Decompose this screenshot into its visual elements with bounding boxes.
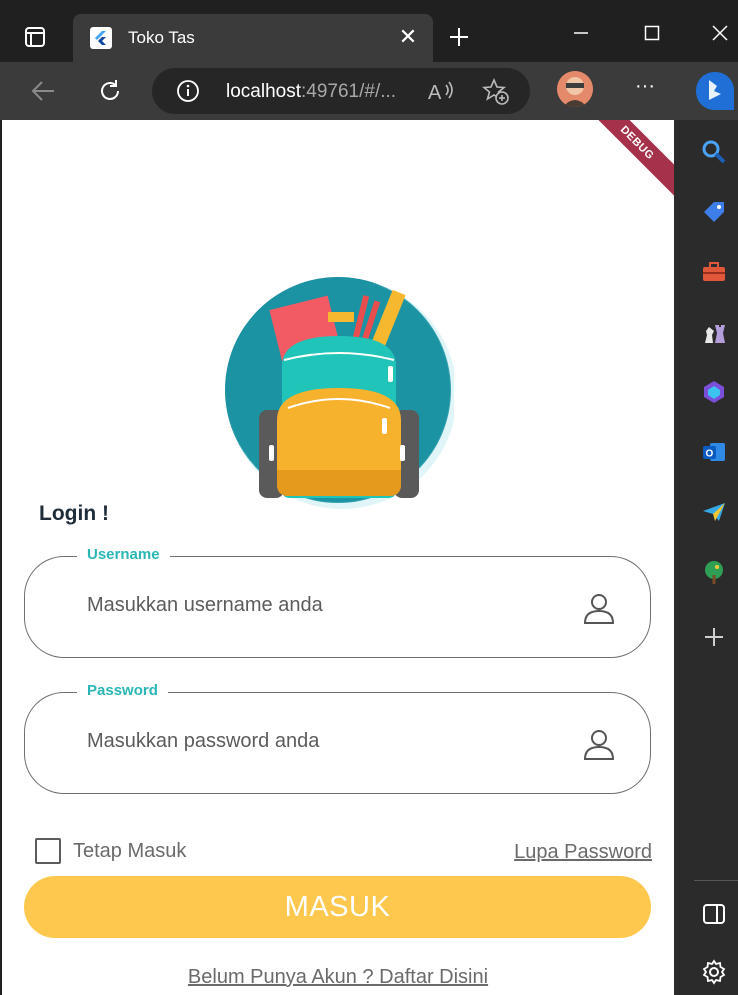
address-bar[interactable]: localhost:49761/#/... A	[152, 68, 530, 114]
remember-label: Tetap Masuk	[73, 839, 187, 862]
password-label: Password	[77, 682, 168, 699]
toolbox-icon[interactable]	[700, 258, 728, 286]
login-button[interactable]: MASUK	[24, 876, 651, 938]
new-tab-icon[interactable]	[444, 22, 474, 52]
tab-title: Toko Tas	[128, 28, 195, 47]
search-icon[interactable]	[700, 138, 728, 166]
svg-text:O: O	[706, 449, 714, 460]
url-text[interactable]: localhost:49761/#/...	[226, 81, 396, 103]
send-icon[interactable]	[700, 498, 728, 526]
username-label: Username	[77, 546, 170, 563]
remember-checkbox[interactable]	[35, 838, 61, 864]
bing-chat-icon[interactable]	[692, 68, 738, 114]
browser-toolbar: localhost:49761/#/... A ···	[0, 62, 738, 120]
username-input[interactable]	[87, 594, 567, 617]
copilot-icon[interactable]	[700, 378, 728, 406]
remember-me[interactable]: Tetap Masuk	[35, 838, 186, 864]
outlook-icon[interactable]: O	[700, 438, 728, 466]
password-input[interactable]	[87, 730, 567, 753]
window-close-icon[interactable]	[705, 18, 735, 48]
tab-close-icon[interactable]: ✕	[397, 26, 419, 48]
forgot-password-link[interactable]: Lupa Password	[514, 841, 652, 864]
add-icon[interactable]	[700, 623, 728, 651]
add-favorite-icon[interactable]	[481, 77, 510, 106]
minimize-icon[interactable]	[566, 18, 596, 48]
tag-icon[interactable]	[700, 198, 728, 226]
login-title: Login !	[39, 502, 109, 525]
read-aloud-icon[interactable]: A	[428, 79, 456, 104]
profile-avatar[interactable]	[557, 71, 593, 107]
debug-banner: DEBUG	[576, 120, 674, 204]
tree-icon[interactable]	[700, 558, 728, 586]
password-field[interactable]: Password	[24, 682, 651, 794]
maximize-icon[interactable]	[637, 18, 667, 48]
split-screen-icon[interactable]	[700, 900, 728, 928]
back-icon[interactable]	[26, 74, 60, 108]
flutter-favicon-icon	[90, 27, 112, 49]
person-icon	[582, 727, 616, 761]
username-field[interactable]: Username	[24, 546, 651, 658]
person-icon	[582, 591, 616, 625]
app-page: DEBUG Login ! Username Masukkan username…	[2, 120, 674, 995]
chess-icon[interactable]	[700, 318, 728, 346]
refresh-icon[interactable]	[93, 74, 127, 108]
tab-actions-icon[interactable]	[22, 24, 48, 50]
sidebar-divider	[694, 880, 738, 881]
backpack-logo-icon	[224, 270, 457, 510]
browser-window: Toko Tas ✕ localhost:49761/#/... A ··· O…	[0, 0, 738, 995]
browser-sidebar: O	[674, 120, 738, 995]
settings-icon[interactable]	[700, 958, 728, 986]
title-bar: Toko Tas ✕	[0, 0, 738, 62]
browser-tab[interactable]: Toko Tas ✕	[73, 14, 433, 62]
info-icon[interactable]	[176, 79, 200, 103]
register-link[interactable]: Belum Punya Akun ? Daftar Disini	[2, 966, 674, 989]
more-options-icon[interactable]: ···	[630, 76, 660, 106]
svg-text:A: A	[428, 82, 442, 103]
